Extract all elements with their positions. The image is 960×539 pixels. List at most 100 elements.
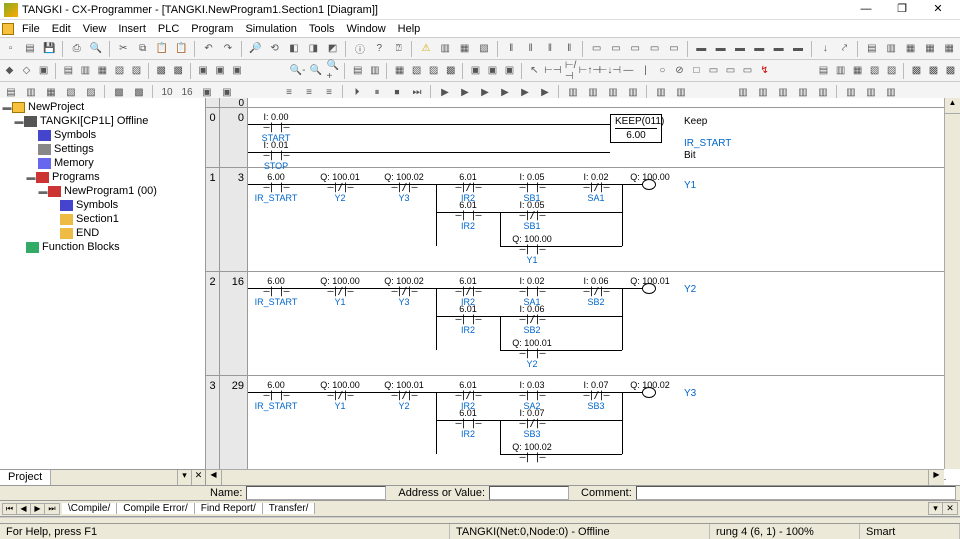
rung-1[interactable]: 1 3 Q: 100.00Y1 6.00—| |—IR_START Q: 100… — [206, 168, 946, 272]
tb-icon[interactable]: ▬ — [770, 40, 787, 58]
ladder-contact[interactable]: I: 0.03—| |—SA2 — [504, 380, 560, 411]
tb-icon[interactable]: ▭ — [723, 62, 738, 80]
menu-simulation[interactable]: Simulation — [239, 22, 302, 36]
ladder-diagram[interactable]: 0 0 0 I: 0.00—| |—START I: 0.01—| |—STOP… — [206, 98, 960, 485]
menu-view[interactable]: View — [77, 22, 113, 36]
zoom-icon[interactable]: 🔍 — [308, 62, 323, 80]
tree-end[interactable]: END — [76, 227, 99, 239]
tb-icon[interactable]: ▩ — [909, 62, 924, 80]
help-icon[interactable]: ? — [371, 40, 388, 58]
tab-transfer[interactable]: Transfer / — [263, 503, 316, 514]
ladder-contact[interactable]: 6.01—| |—IR2 — [440, 304, 496, 335]
tb-icon[interactable]: ▭ — [706, 62, 721, 80]
ladder-contact[interactable]: 6.01—| |—IR2 — [440, 408, 496, 439]
replace-icon[interactable]: ⟲ — [266, 40, 283, 58]
ladder-contact[interactable]: Q: 100.01—|/|—Y2 — [312, 172, 368, 203]
tb-icon[interactable]: ◆ — [2, 62, 17, 80]
tree-section[interactable]: Section1 — [76, 213, 119, 225]
ladder-contact[interactable]: Q: 100.01—|/|—Y2 — [376, 380, 432, 411]
ladder-contact[interactable]: I: 0.07—|/|—SB3 — [568, 380, 624, 411]
ladder-contact[interactable]: Q: 100.02—|/|—Y3 — [376, 172, 432, 203]
tb-icon[interactable]: ▭ — [607, 40, 624, 58]
tb-icon[interactable]: ▣ — [468, 62, 483, 80]
ladder-contact[interactable]: I: 0.06—|/|—SB2 — [568, 276, 624, 307]
tb-icon[interactable]: ‖ — [503, 40, 520, 58]
tb-icon[interactable]: ▤ — [816, 62, 831, 80]
ladder-contact[interactable]: 6.00—| |—IR_START — [248, 276, 304, 307]
keep-instruction[interactable]: KEEP(011)6.00 — [610, 114, 662, 143]
ladder-contact[interactable]: 6.00—| |—IR_START — [248, 172, 304, 203]
tb-icon[interactable]: ▥ — [367, 62, 382, 80]
tree-np1-symbols[interactable]: Symbols — [76, 199, 118, 211]
tb-icon[interactable]: ▥ — [883, 40, 900, 58]
ladder-contact[interactable]: Q: 100.00—| |—Y1 — [504, 234, 560, 265]
tb-icon[interactable]: ▤ — [350, 62, 365, 80]
contact-p-icon[interactable]: ⊢↑⊣ — [581, 62, 599, 80]
rung-2[interactable]: 2 16 Q: 100.01Y2 6.00—| |—IR_START Q: 10… — [206, 272, 946, 376]
tree-programs[interactable]: Programs — [52, 171, 100, 183]
undo-icon[interactable]: ↶ — [200, 40, 217, 58]
tb-icon[interactable]: ▧ — [112, 62, 127, 80]
paste-icon[interactable]: 📋 — [153, 40, 170, 58]
menu-tools[interactable]: Tools — [303, 22, 341, 36]
tree-np1[interactable]: NewProgram1 (00) — [64, 185, 157, 197]
tb-icon[interactable]: ▩ — [926, 62, 941, 80]
info-icon[interactable]: ⓘ — [351, 40, 368, 58]
tb-icon[interactable]: ‖ — [541, 40, 558, 58]
tb-icon[interactable]: ▭ — [588, 40, 605, 58]
close-button[interactable]: ✕ — [920, 1, 956, 19]
tb-icon[interactable]: ‖ — [561, 40, 578, 58]
vertical-scrollbar[interactable]: ▲ — [944, 98, 960, 469]
tb-icon[interactable]: ▦ — [902, 40, 919, 58]
menu-plc[interactable]: PLC — [152, 22, 185, 36]
name-field[interactable] — [246, 486, 386, 500]
coil-icon[interactable]: ○ — [655, 62, 670, 80]
tb-icon[interactable]: ▬ — [751, 40, 768, 58]
tree-fb[interactable]: Function Blocks — [42, 241, 120, 253]
ladder-contact[interactable]: Q: 100.01—| |—Y2 — [504, 338, 560, 369]
tb-icon[interactable]: ▭ — [665, 40, 682, 58]
copy-icon[interactable]: ⧉ — [134, 40, 151, 58]
ladder-contact[interactable]: Q: 100.00—|/|—Y1 — [312, 276, 368, 307]
menu-file[interactable]: File — [16, 22, 46, 36]
tree-tab-project[interactable]: Project — [0, 470, 51, 485]
minimize-button[interactable]: — — [848, 1, 884, 19]
project-tree[interactable]: ▬NewProject ▬TANGKI[CP1L] Offline Symbol… — [0, 98, 205, 469]
paste2-icon[interactable]: 📋 — [173, 40, 190, 58]
tb-icon[interactable]: ▭ — [740, 62, 755, 80]
addr-field[interactable] — [489, 486, 569, 500]
coil-nc-icon[interactable]: ⊘ — [672, 62, 687, 80]
output-close[interactable]: ✕ — [943, 503, 957, 514]
ladder-contact[interactable]: 6.00—| |—IR_START — [248, 380, 304, 411]
ladder-contact[interactable]: I: 0.05—| |—SB1 — [504, 172, 560, 203]
tb-icon[interactable]: ◇ — [19, 62, 34, 80]
tb-icon[interactable]: ▨ — [426, 62, 441, 80]
contact-nc-icon[interactable]: ⊢/⊣ — [564, 62, 579, 80]
open-icon[interactable]: ▤ — [21, 40, 38, 58]
tb-icon[interactable]: ▤ — [863, 40, 880, 58]
tab-nav[interactable]: ⏮◀▶⏭ — [2, 503, 60, 515]
menu-edit[interactable]: Edit — [46, 22, 77, 36]
find-icon[interactable]: 🔎 — [247, 40, 264, 58]
cursor-icon[interactable]: ↖ — [527, 62, 542, 80]
contact-no-icon[interactable]: ⊢⊣ — [544, 62, 562, 80]
tb-icon[interactable]: ▣ — [485, 62, 500, 80]
tab-compile[interactable]: \ Compile / — [62, 503, 117, 514]
new-icon[interactable]: ▫ — [2, 40, 19, 58]
print-icon[interactable]: ⎙ — [68, 40, 85, 58]
tb-icon[interactable]: ▬ — [712, 40, 729, 58]
menu-insert[interactable]: Insert — [112, 22, 152, 36]
tb-icon[interactable]: ▥ — [833, 62, 848, 80]
redo-icon[interactable]: ↷ — [219, 40, 236, 58]
preview-icon[interactable]: 🔍 — [87, 40, 104, 58]
vline-icon[interactable]: | — [638, 62, 653, 80]
warning-icon[interactable]: ⚠ — [417, 40, 434, 58]
ladder-contact[interactable]: I: 0.02—| |—SA1 — [504, 276, 560, 307]
tb-icon[interactable]: ▧ — [867, 62, 882, 80]
rung-0[interactable]: 0 0 I: 0.00—| |—START I: 0.01—| |—STOP K… — [206, 108, 946, 168]
tb-icon[interactable]: ▩ — [154, 62, 169, 80]
tb-icon[interactable]: ↯ — [757, 62, 772, 80]
tb-icon[interactable]: ▬ — [789, 40, 806, 58]
tb-icon[interactable]: ⤤ — [836, 40, 853, 58]
tb-icon[interactable]: ▧ — [475, 40, 492, 58]
